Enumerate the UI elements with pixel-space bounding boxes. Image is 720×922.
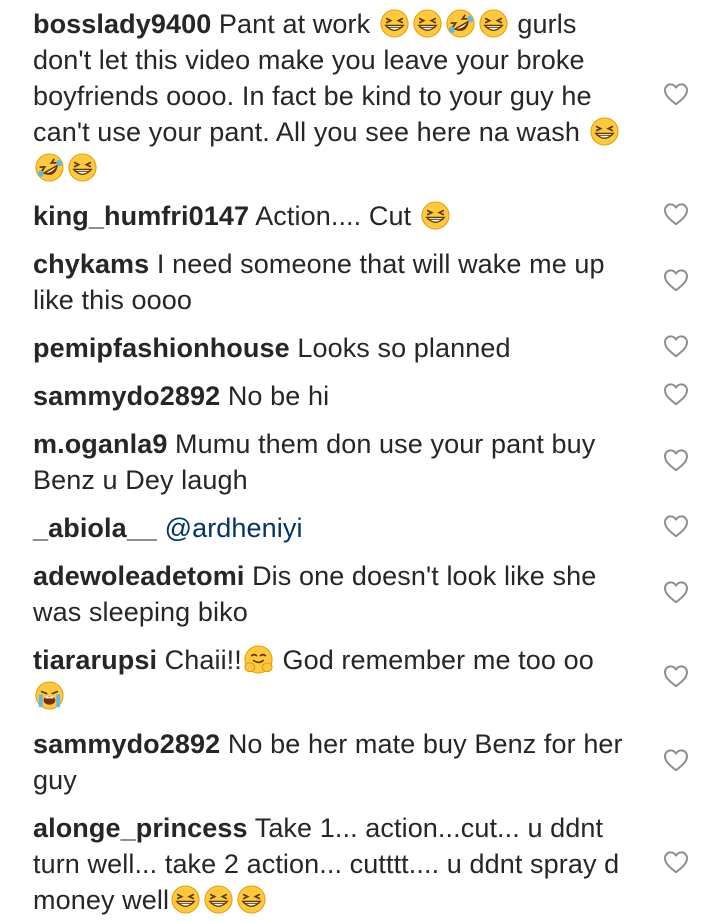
comment-username[interactable]: adewoleadetomi	[33, 561, 244, 591]
comment-username[interactable]: _abiola__	[33, 513, 157, 543]
loudly-crying-face-icon	[34, 680, 65, 711]
comment-text: chykams I need someone that will wake me…	[33, 246, 633, 318]
comment-text: adewoleadetomi Dis one doesn't look like…	[33, 558, 633, 630]
heart-outline-icon	[663, 850, 689, 874]
like-button[interactable]	[663, 850, 689, 874]
like-button[interactable]	[663, 580, 689, 604]
comment-text: tiararupsi Chaii!! God remember me too o…	[33, 642, 633, 714]
like-button[interactable]	[663, 82, 689, 106]
comment-body-cont: God remember me too oo	[274, 645, 594, 675]
like-button[interactable]	[663, 334, 689, 358]
heart-outline-icon	[663, 580, 689, 604]
comment-text: king_humfri0147 Action.... Cut	[33, 198, 633, 234]
grinning-squinting-face-icon	[203, 884, 234, 915]
heart-outline-icon	[663, 268, 689, 292]
rolling-laughing-face-icon	[445, 8, 476, 39]
comment-text: bosslady9400 Pant at work gurls don't le…	[33, 6, 633, 186]
comment-body: Action.... Cut	[255, 201, 419, 231]
comment-text: sammydo2892 No be hi	[33, 378, 633, 414]
comment-body: Pant at work	[218, 9, 378, 39]
grinning-squinting-face-icon	[67, 152, 98, 183]
hugging-face-icon	[243, 644, 274, 675]
like-button[interactable]	[663, 514, 689, 538]
comment-body: Looks so planned	[297, 333, 511, 363]
heart-outline-icon	[663, 202, 689, 226]
like-button[interactable]	[663, 382, 689, 406]
grinning-squinting-face-icon	[478, 8, 509, 39]
comment-username[interactable]: sammydo2892	[33, 381, 220, 411]
heart-outline-icon	[663, 514, 689, 538]
comment-body: Chaii!!	[164, 645, 242, 675]
comment-body: No be hi	[227, 381, 330, 411]
like-button[interactable]	[663, 202, 689, 226]
like-button[interactable]	[663, 268, 689, 292]
heart-outline-icon	[663, 664, 689, 688]
grinning-squinting-face-icon	[379, 8, 410, 39]
comment-text: sammydo2892 No be her mate buy Benz for …	[33, 726, 633, 798]
comment-username[interactable]: sammydo2892	[33, 729, 220, 759]
comment-username[interactable]: chykams	[33, 249, 149, 279]
grinning-squinting-face-icon	[170, 884, 201, 915]
comment-text: m.oganla9 Mumu them don use your pant bu…	[33, 426, 633, 498]
comment-username[interactable]: pemipfashionhouse	[33, 333, 290, 363]
like-button[interactable]	[663, 664, 689, 688]
heart-outline-icon	[663, 82, 689, 106]
heart-outline-icon	[663, 748, 689, 772]
grinning-squinting-face-icon	[589, 116, 620, 147]
comment-username[interactable]: king_humfri0147	[33, 201, 249, 231]
rolling-laughing-face-icon	[34, 152, 65, 183]
comment-username[interactable]: alonge_princess	[33, 813, 248, 843]
grinning-squinting-face-icon	[420, 200, 451, 231]
mention-link[interactable]: @ardheniyi	[165, 513, 303, 543]
comment-username[interactable]: tiararupsi	[33, 645, 157, 675]
like-button[interactable]	[663, 748, 689, 772]
comment-username[interactable]: bosslady9400	[33, 9, 211, 39]
comment-username[interactable]: m.oganla9	[33, 429, 167, 459]
comment-text: alonge_princess Take 1... action...cut..…	[33, 810, 633, 918]
comment-text: _abiola__ @ardheniyi	[33, 510, 633, 546]
heart-outline-icon	[663, 382, 689, 406]
heart-outline-icon	[663, 448, 689, 472]
grinning-squinting-face-icon	[236, 884, 267, 915]
like-button[interactable]	[663, 448, 689, 472]
grinning-squinting-face-icon	[412, 8, 443, 39]
comment-text: pemipfashionhouse Looks so planned	[33, 330, 633, 366]
heart-outline-icon	[663, 334, 689, 358]
